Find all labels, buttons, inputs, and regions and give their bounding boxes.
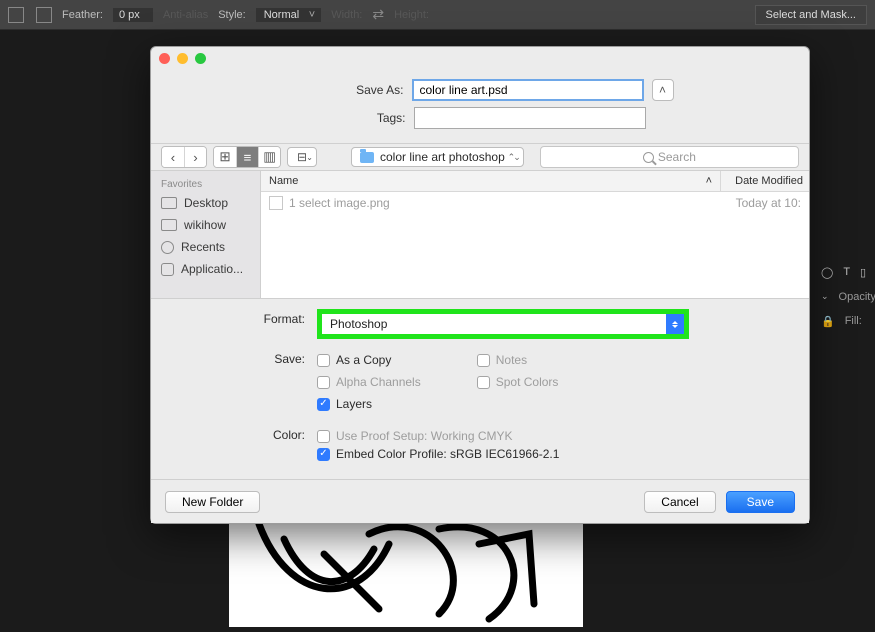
collapse-dialog-button[interactable]: ˄ <box>652 79 674 101</box>
alpha-channels-checkbox: Alpha Channels <box>317 375 421 389</box>
save-as-input[interactable] <box>412 79 644 101</box>
zoom-window-icon[interactable] <box>195 53 206 64</box>
finder-toolbar: ‹ › ⊞ ≡ ▥ ⊟⌄ color line art photoshop Se… <box>151 143 809 171</box>
style-select[interactable]: Normal <box>256 8 321 22</box>
save-as-label: Save As: <box>179 83 404 97</box>
file-name: 1 select image.png <box>289 196 390 210</box>
nav-forward-button[interactable]: › <box>184 147 206 167</box>
paragraph-icon: ▯ <box>860 266 866 279</box>
search-placeholder: Search <box>658 150 696 164</box>
search-field[interactable]: Search <box>540 146 799 168</box>
opacity-label: Opacity: <box>839 291 875 303</box>
type-tool-icon: T <box>843 266 850 279</box>
sidebar-header: Favorites <box>151 175 260 192</box>
view-columns-button[interactable]: ▥ <box>258 147 280 167</box>
marquee-tool-alt-icon[interactable] <box>36 7 52 23</box>
feather-input[interactable]: 0 px <box>113 8 153 22</box>
tags-label: Tags: <box>181 111 406 125</box>
sidebar-item-applications[interactable]: Applicatio... <box>151 258 260 280</box>
nav-back-forward: ‹ › <box>161 146 207 168</box>
dialog-footer: New Folder Cancel Save <box>151 479 809 523</box>
format-highlight: Photoshop <box>317 309 689 339</box>
width-label: Width: <box>331 9 362 21</box>
column-name[interactable]: Name <box>269 175 298 187</box>
file-date: Today at 10: <box>736 196 801 210</box>
format-value: Photoshop <box>330 317 387 331</box>
layers-checkbox[interactable]: Layers <box>317 397 421 411</box>
folder-path-popup[interactable]: color line art photoshop <box>351 147 524 167</box>
save-dialog: Save As: ˄ Tags: ‹ › ⊞ ≡ ▥ ⊟⌄ color line… <box>150 46 810 524</box>
recents-icon <box>161 241 174 254</box>
sort-ascending-icon[interactable]: ˄ <box>706 175 712 187</box>
tags-input[interactable] <box>414 107 646 129</box>
file-row[interactable]: 1 select image.png Today at 10: <box>261 192 809 214</box>
ps-options-bar: Feather: 0 px Anti-alias Style: Normal W… <box>0 0 875 30</box>
group-by-button[interactable]: ⊟⌄ <box>287 147 317 167</box>
sidebar-item-desktop[interactable]: Desktop <box>151 192 260 214</box>
save-options-label: Save: <box>167 349 317 366</box>
as-a-copy-checkbox[interactable]: As a Copy <box>317 353 421 367</box>
file-icon <box>269 196 283 210</box>
folder-path-label: color line art photoshop <box>380 150 505 164</box>
sidebar-item-wikihow[interactable]: wikihow <box>151 214 260 236</box>
color-options-label: Color: <box>167 425 317 442</box>
ps-properties-panel: ◯ T ▯ ⌄ Opacity: 🔒 Fill: <box>813 260 875 334</box>
fill-label: Fill: <box>845 315 862 328</box>
select-and-mask-button[interactable]: Select and Mask... <box>755 5 868 25</box>
document-canvas <box>229 514 583 627</box>
notes-checkbox: Notes <box>477 353 559 367</box>
spot-colors-checkbox: Spot Colors <box>477 375 559 389</box>
folder-icon <box>161 219 177 231</box>
style-label: Style: <box>218 9 246 21</box>
format-select[interactable]: Photoshop <box>322 314 684 334</box>
cancel-button[interactable]: Cancel <box>644 491 715 513</box>
marquee-tool-icon[interactable] <box>8 7 24 23</box>
file-list: Name ˄ Date Modified 1 select image.png T… <box>261 171 809 298</box>
save-button[interactable]: Save <box>726 491 795 513</box>
sidebar-item-recents[interactable]: Recents <box>151 236 260 258</box>
height-label: Height: <box>394 9 429 21</box>
antialias-checkbox: Anti-alias <box>163 9 208 21</box>
swap-dims-icon: ⇄ <box>372 6 384 23</box>
pixel-layer-icon: ◯ <box>821 266 833 279</box>
finder-sidebar: Favorites Desktop wikihow Recents Applic… <box>151 171 261 298</box>
minimize-window-icon[interactable] <box>177 53 188 64</box>
new-folder-button[interactable]: New Folder <box>165 491 260 513</box>
desktop-icon <box>161 197 177 209</box>
nav-back-button[interactable]: ‹ <box>162 147 184 167</box>
column-date[interactable]: Date Modified <box>721 171 809 191</box>
use-proof-setup-checkbox: Use Proof Setup: Working CMYK <box>317 429 793 443</box>
search-icon <box>643 152 654 163</box>
applications-icon <box>161 263 174 276</box>
chevron-down-icon[interactable]: ⌄ <box>821 291 829 303</box>
view-icons-button[interactable]: ⊞ <box>214 147 236 167</box>
close-window-icon[interactable] <box>159 53 170 64</box>
feather-label: Feather: <box>62 9 103 21</box>
embed-profile-checkbox[interactable]: Embed Color Profile: sRGB IEC61966-2.1 <box>317 447 793 461</box>
window-titlebar <box>151 47 809 69</box>
view-mode-segment: ⊞ ≡ ▥ <box>213 146 281 168</box>
chevron-updown-icon <box>666 314 684 334</box>
lock-icon[interactable]: 🔒 <box>821 315 835 328</box>
folder-icon <box>360 152 374 163</box>
view-list-button[interactable]: ≡ <box>236 147 258 167</box>
format-label: Format: <box>167 309 317 326</box>
